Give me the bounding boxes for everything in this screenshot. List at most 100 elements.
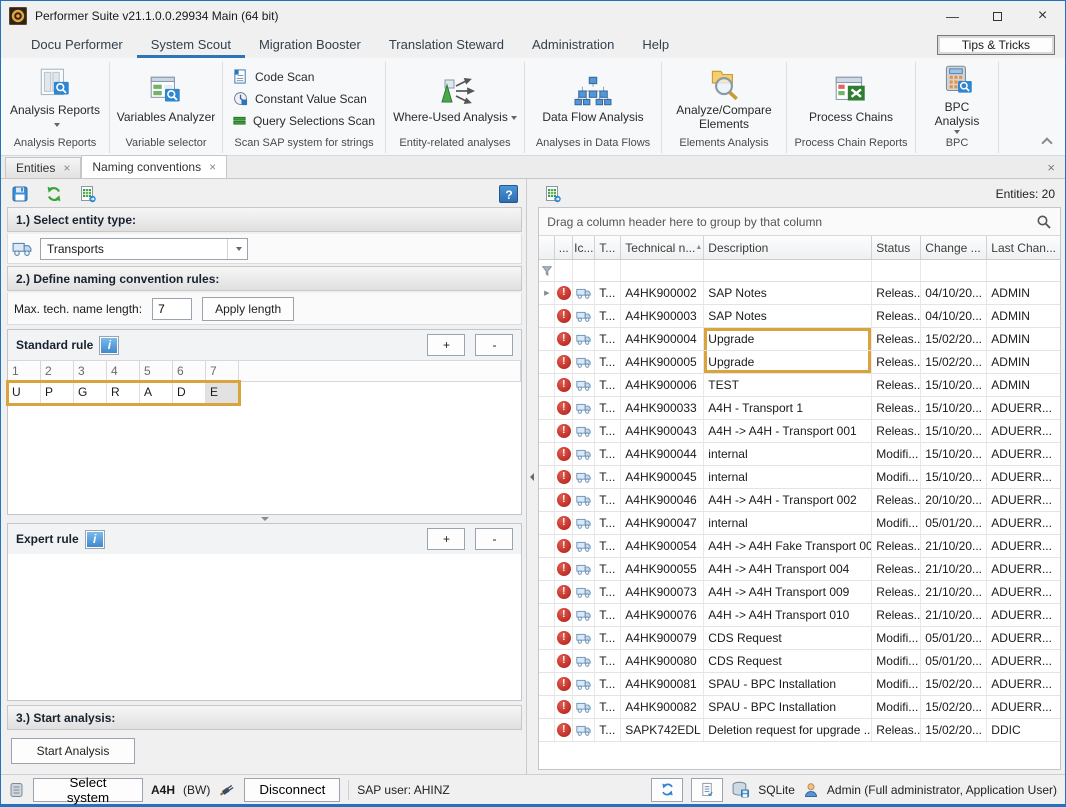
filter-cell[interactable] xyxy=(704,260,872,281)
rule-cell[interactable]: P xyxy=(41,382,74,404)
analyze-compare-elements-button[interactable]: Analyze/Compare Elements xyxy=(662,66,786,133)
table-row[interactable]: ! T... A4HK900076 A4H -> A4H Transport 0… xyxy=(539,604,1060,627)
vertical-splitter[interactable] xyxy=(527,179,537,774)
table-row[interactable]: ! T... A4HK900047 internal Modifi... 05/… xyxy=(539,512,1060,535)
table-row[interactable]: ! T... A4HK900003 SAP Notes Releas... 04… xyxy=(539,305,1060,328)
entity-type-dropdown[interactable]: Transports xyxy=(40,238,248,260)
sap-user-label: SAP user: AHINZ xyxy=(357,783,449,797)
table-row[interactable]: ! T... A4HK900006 TEST Releas... 15/10/2… xyxy=(539,374,1060,397)
column-header-dots[interactable]: ... xyxy=(555,236,573,259)
sync-button[interactable] xyxy=(651,778,683,802)
table-row[interactable]: ! T... A4HK900080 CDS Request Modifi... … xyxy=(539,650,1060,673)
tab-migration-booster[interactable]: Migration Booster xyxy=(245,33,375,58)
close-panel-icon[interactable]: × xyxy=(1047,160,1055,175)
tab-help[interactable]: Help xyxy=(628,33,683,58)
column-header-change-date[interactable]: Change ... xyxy=(921,236,987,259)
rule-cell[interactable]: G xyxy=(74,382,107,404)
table-row[interactable]: ▶ ! T... A4HK900002 SAP Notes Releas... … xyxy=(539,282,1060,305)
filter-button[interactable] xyxy=(539,260,555,281)
query-selections-scan-button[interactable]: Query Selections Scan xyxy=(233,113,375,128)
tab-administration[interactable]: Administration xyxy=(518,33,628,58)
close-icon[interactable]: × xyxy=(209,160,216,174)
filter-cell[interactable] xyxy=(987,260,1060,281)
info-icon[interactable]: i xyxy=(99,336,119,355)
table-row[interactable]: ! T... A4HK900044 internal Modifi... 15/… xyxy=(539,443,1060,466)
search-icon[interactable] xyxy=(1036,214,1052,230)
max-length-input[interactable] xyxy=(152,298,192,320)
tips-and-tricks-button[interactable]: Tips & Tricks xyxy=(937,35,1055,55)
rule-cell-selected[interactable]: E xyxy=(206,382,239,404)
add-column-button[interactable]: + xyxy=(427,334,465,356)
minimize-button[interactable]: — xyxy=(930,1,975,31)
close-button[interactable]: × xyxy=(1020,1,1065,31)
rule-cell[interactable]: A xyxy=(140,382,173,404)
change-date-cell: 20/10/20... xyxy=(921,489,987,511)
server-icon xyxy=(9,782,25,798)
remove-column-button[interactable]: - xyxy=(475,334,513,356)
remove-expert-rule-button[interactable]: - xyxy=(475,528,513,550)
analysis-reports-button[interactable]: Analysis Reports xyxy=(1,66,109,133)
log-button[interactable] xyxy=(691,778,723,802)
tab-entities[interactable]: Entities × xyxy=(5,157,81,178)
maximize-button[interactable] xyxy=(975,1,1020,31)
rule-cell[interactable]: D xyxy=(173,382,206,404)
horizontal-splitter[interactable] xyxy=(7,515,522,523)
table-row[interactable]: ! T... A4HK900046 A4H -> A4H - Transport… xyxy=(539,489,1060,512)
technical-name-cell: SAPK742EDL xyxy=(621,719,704,741)
tab-naming-conventions[interactable]: Naming conventions × xyxy=(81,155,227,178)
where-used-analysis-button[interactable]: Where-Used Analysis xyxy=(387,73,523,126)
table-row[interactable]: ! T... A4HK900054 A4H -> A4H Fake Transp… xyxy=(539,535,1060,558)
collapse-ribbon-icon[interactable] xyxy=(1041,137,1052,148)
tab-system-scout[interactable]: System Scout xyxy=(137,33,245,58)
table-row[interactable]: ! T... A4HK900081 SPAU - BPC Installatio… xyxy=(539,673,1060,696)
column-header-icon[interactable]: Ic... xyxy=(573,236,595,259)
table-row[interactable]: ! T... SAPK742EDL Deletion request for u… xyxy=(539,719,1060,742)
filter-cell[interactable] xyxy=(872,260,921,281)
constant-value-scan-button[interactable]: Constant Value Scan xyxy=(233,91,375,106)
row-indicator xyxy=(539,535,555,557)
column-header-technical-name[interactable]: Technical n... ▲ xyxy=(621,236,704,259)
excel-export-icon[interactable] xyxy=(79,185,97,203)
table-row[interactable]: ! T... A4HK900005 Upgrade Releas... 15/0… xyxy=(539,351,1060,374)
column-header-last-changed[interactable]: Last Chan... xyxy=(987,236,1060,259)
filter-cell[interactable] xyxy=(573,260,595,281)
disconnect-button[interactable]: Disconnect xyxy=(244,778,340,802)
filter-cell[interactable] xyxy=(595,260,621,281)
column-header-status[interactable]: Status xyxy=(872,236,921,259)
group-by-bar[interactable]: Drag a column header here to group by th… xyxy=(539,208,1060,236)
close-icon[interactable]: × xyxy=(63,161,70,175)
column-header-description[interactable]: Description xyxy=(704,236,872,259)
data-flow-analysis-button[interactable]: Data Flow Analysis xyxy=(536,73,649,126)
add-expert-rule-button[interactable]: + xyxy=(427,528,465,550)
rule-cell[interactable]: R xyxy=(107,382,140,404)
select-system-button[interactable]: Select system xyxy=(33,778,143,802)
code-scan-button[interactable]: Code Scan xyxy=(233,69,375,84)
transport-icon xyxy=(576,333,591,346)
table-row[interactable]: ! T... A4HK900045 internal Modifi... 15/… xyxy=(539,466,1060,489)
table-row[interactable]: ! T... A4HK900073 A4H -> A4H Transport 0… xyxy=(539,581,1060,604)
filter-cell[interactable] xyxy=(555,260,573,281)
variables-analyzer-button[interactable]: Variables Analyzer xyxy=(111,73,222,126)
rule-cell[interactable]: U xyxy=(8,382,41,404)
save-icon[interactable] xyxy=(11,185,29,203)
table-row[interactable]: ! T... A4HK900004 Upgrade Releas... 15/0… xyxy=(539,328,1060,351)
table-row[interactable]: ! T... A4HK900082 SPAU - BPC Installatio… xyxy=(539,696,1060,719)
change-date-cell: 15/10/20... xyxy=(921,466,987,488)
table-row[interactable]: ! T... A4HK900033 A4H - Transport 1 Rele… xyxy=(539,397,1060,420)
table-row[interactable]: ! T... A4HK900079 CDS Request Modifi... … xyxy=(539,627,1060,650)
apply-length-button[interactable]: Apply length xyxy=(202,297,294,321)
column-header-type[interactable]: T... xyxy=(595,236,621,259)
filter-cell[interactable] xyxy=(621,260,704,281)
process-chains-button[interactable]: Process Chains xyxy=(803,73,899,126)
info-icon[interactable]: i xyxy=(85,530,105,549)
help-icon[interactable]: ? xyxy=(499,185,518,203)
table-row[interactable]: ! T... A4HK900055 A4H -> A4H Transport 0… xyxy=(539,558,1060,581)
bpc-analysis-button[interactable]: BPC Analysis xyxy=(916,63,998,136)
table-row[interactable]: ! T... A4HK900043 A4H -> A4H - Transport… xyxy=(539,420,1060,443)
refresh-icon[interactable] xyxy=(45,185,63,203)
excel-export-icon[interactable] xyxy=(544,185,562,203)
filter-cell[interactable] xyxy=(921,260,987,281)
start-analysis-button[interactable]: Start Analysis xyxy=(11,738,135,764)
tab-docu-performer[interactable]: Docu Performer xyxy=(17,33,137,58)
tab-translation-steward[interactable]: Translation Steward xyxy=(375,33,518,58)
